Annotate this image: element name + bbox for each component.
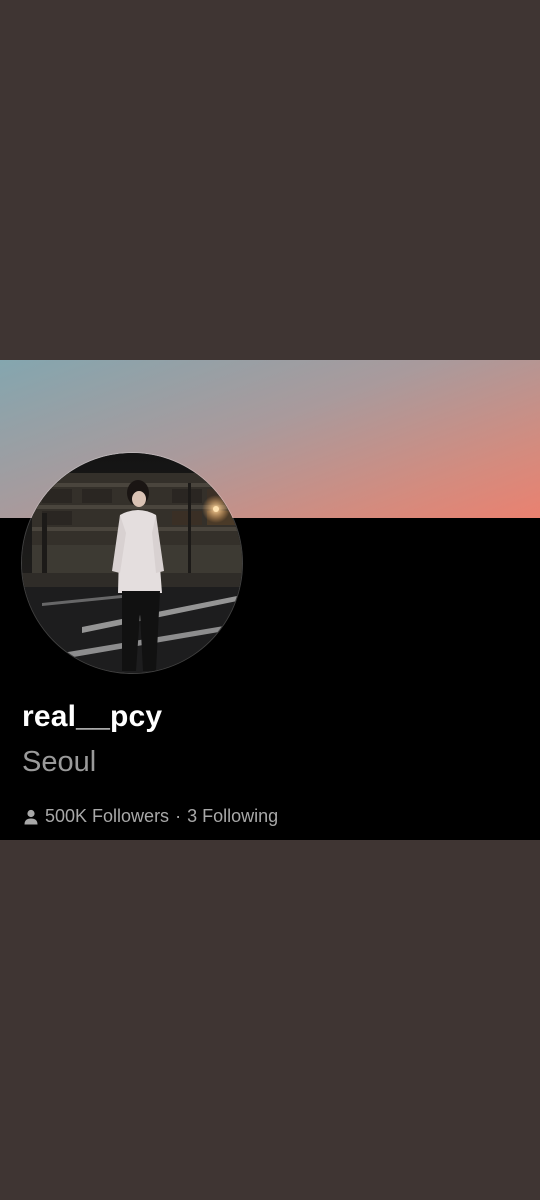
avatar[interactable] — [22, 453, 242, 673]
following-count[interactable]: 3 Following — [187, 806, 278, 827]
stats-separator: · — [175, 806, 182, 826]
person-icon — [22, 808, 40, 826]
screen: real__pcy Seoul 500K Followers · 3 Follo… — [0, 0, 540, 1200]
followers-count[interactable]: 500K Followers — [45, 806, 169, 827]
follow-stats: 500K Followers · 3 Following — [22, 806, 278, 827]
top-background — [0, 0, 540, 360]
location: Seoul — [22, 746, 97, 778]
bottom-background — [0, 840, 540, 1200]
avatar-photo — [22, 453, 242, 673]
profile-card: real__pcy Seoul 500K Followers · 3 Follo… — [0, 360, 540, 840]
username: real__pcy — [22, 700, 163, 733]
